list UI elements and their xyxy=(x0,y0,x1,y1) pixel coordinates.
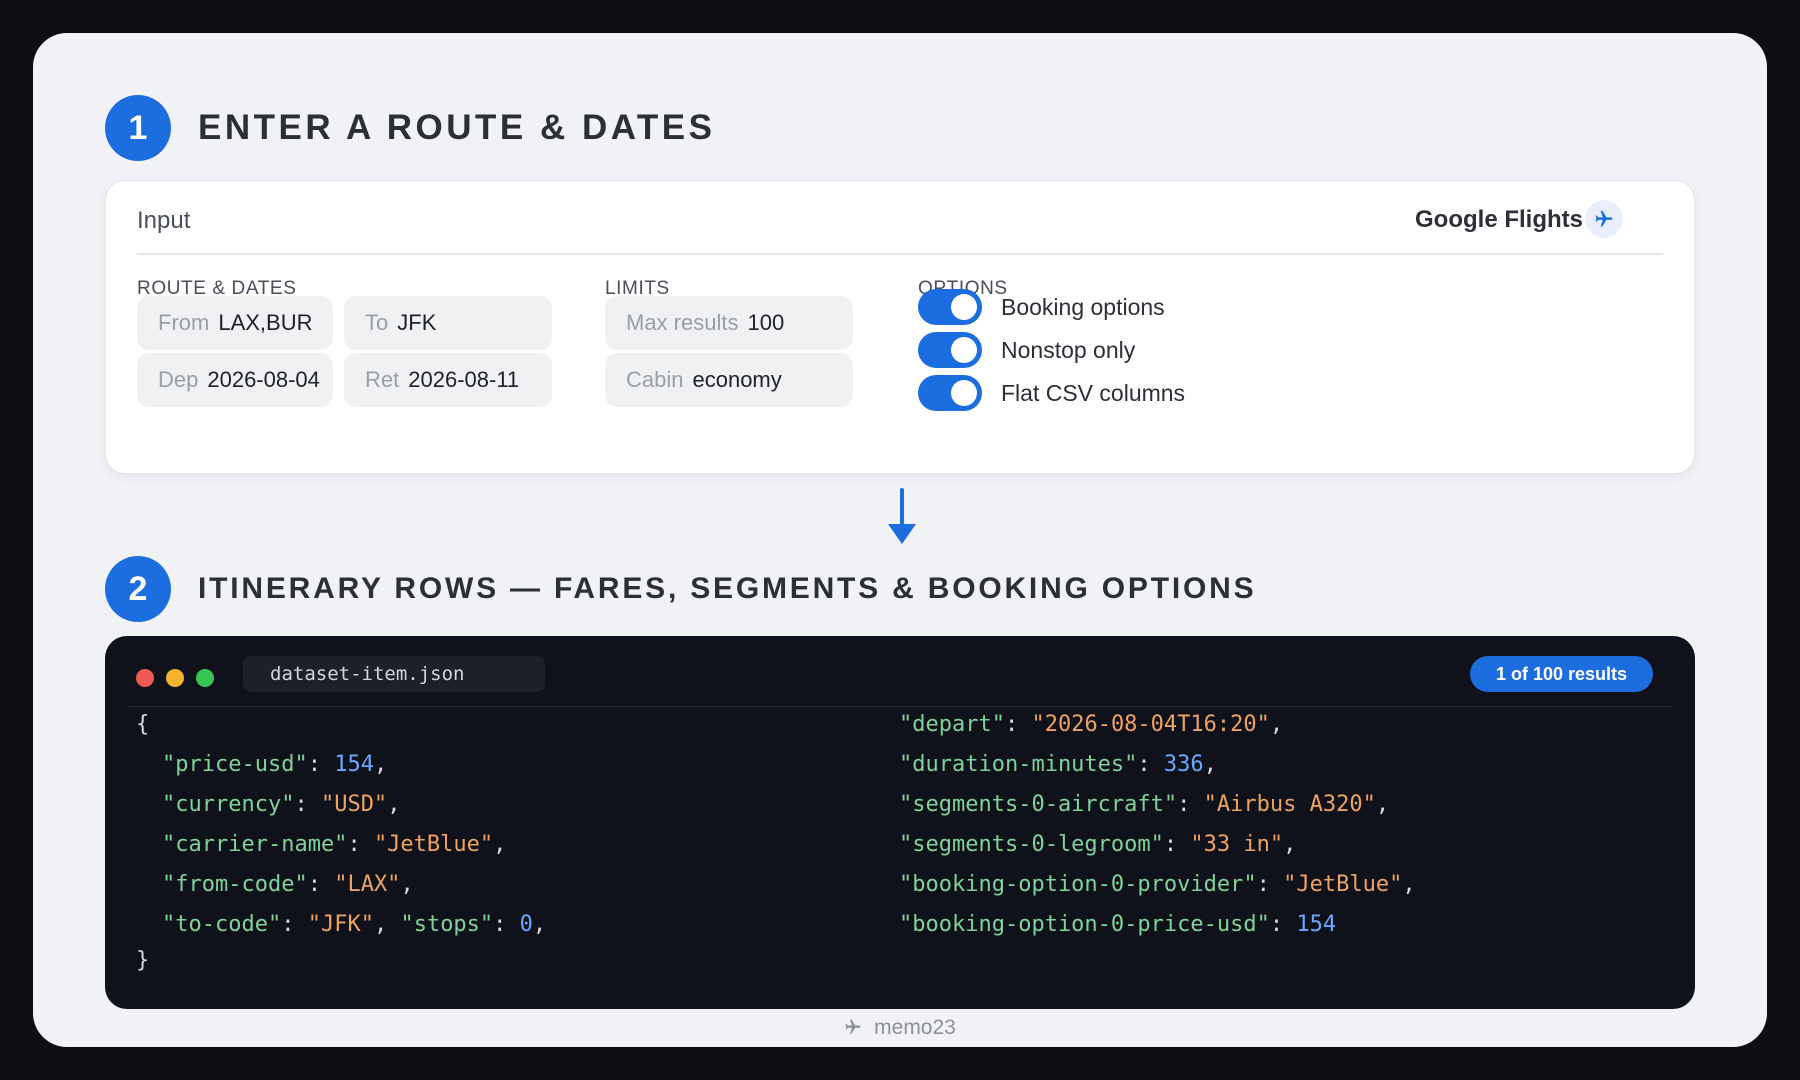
json-key: "to-code" xyxy=(162,912,282,937)
option-nonstop-only: Nonstop only xyxy=(918,332,1135,368)
json-line: "duration-minutes": 336, xyxy=(899,752,1217,777)
json-close-brace: } xyxy=(136,948,150,973)
json-line: "carrier-name": "JetBlue", xyxy=(162,832,507,857)
airplane-icon xyxy=(845,1019,861,1034)
step-1-badge: 1 xyxy=(105,95,171,161)
json-value: "USD" xyxy=(320,792,388,817)
json-value: 336 xyxy=(1163,752,1204,777)
json-value: "2026-08-04T16:20" xyxy=(1031,712,1270,737)
json-value: "JetBlue" xyxy=(373,832,494,857)
footer-text: memo23 xyxy=(874,1016,956,1039)
from-label: From xyxy=(158,310,210,335)
json-line: "from-code": "LAX", xyxy=(162,872,414,897)
canvas: 1 ENTER A ROUTE & DATES Input Google Fli… xyxy=(33,33,1767,1047)
json-line: "segments-0-aircraft": "Airbus A320", xyxy=(899,792,1390,817)
json-line: "booking-option-0-price-usd": 154 xyxy=(899,912,1337,937)
json-key: "segments-0-aircraft" xyxy=(899,792,1178,817)
json-key: "depart" xyxy=(899,712,1005,737)
booking-options-toggle[interactable] xyxy=(918,289,982,325)
step-2-header: 2 ITINERARY ROWS — FARES, SEGMENTS & BOO… xyxy=(105,556,1256,622)
option-flat-csv-columns: Flat CSV columns xyxy=(918,375,1185,411)
arrow-down-icon xyxy=(888,488,916,544)
flat-csv-columns-toggle[interactable] xyxy=(918,375,982,411)
json-open-brace: { xyxy=(136,712,150,737)
json-value: 0 xyxy=(519,912,533,937)
dep-value: 2026-08-04 xyxy=(207,367,320,392)
ret-value: 2026-08-11 xyxy=(408,367,520,392)
json-key: "from-code" xyxy=(162,872,308,897)
max-results-field[interactable]: Max results 100 xyxy=(605,296,853,350)
json-value: "Airbus A320" xyxy=(1203,792,1376,817)
divider xyxy=(127,706,1673,707)
to-value: JFK xyxy=(397,310,437,335)
from-value: LAX,BUR xyxy=(218,310,313,335)
from-field[interactable]: From LAX,BUR xyxy=(137,296,333,350)
json-left-column: { "price-usd": 154, "currency": "USD", "… xyxy=(136,710,546,973)
json-value: "JFK" xyxy=(307,912,374,937)
airplane-icon xyxy=(1585,200,1623,238)
json-key: "booking-option-0-provider" xyxy=(899,872,1257,897)
json-key: "stops" xyxy=(400,912,494,937)
maximize-dot[interactable] xyxy=(196,669,214,687)
card-header: Input Google Flights xyxy=(137,181,1663,255)
json-value: "JetBlue" xyxy=(1283,872,1403,897)
json-line: "to-code": "JFK", "stops": 0, xyxy=(162,912,547,937)
json-key: "price-usd" xyxy=(162,752,308,777)
option-booking-options: Booking options xyxy=(918,289,1165,325)
return-date-field[interactable]: Ret 2026-08-11 xyxy=(344,353,552,407)
json-line: "depart": "2026-08-04T16:20", xyxy=(899,712,1284,737)
option-label: Nonstop only xyxy=(1001,336,1136,363)
footer-credit: memo23 xyxy=(33,1016,1767,1040)
json-line: "price-usd": 154, xyxy=(162,752,388,777)
json-value: 154 xyxy=(1296,912,1337,937)
cabin-field[interactable]: Cabin economy xyxy=(605,353,853,407)
minimize-dot[interactable] xyxy=(166,669,184,687)
max-results-value: 100 xyxy=(747,310,785,335)
option-label: Flat CSV columns xyxy=(1001,379,1186,406)
to-label: To xyxy=(365,310,389,335)
card-title: Input xyxy=(137,207,191,234)
departure-date-field[interactable]: Dep 2026-08-04 xyxy=(137,353,333,407)
step-1-header: 1 ENTER A ROUTE & DATES xyxy=(105,95,716,161)
json-value: "33 in" xyxy=(1190,832,1284,857)
to-field[interactable]: To JFK xyxy=(344,296,552,350)
step-1-title: ENTER A ROUTE & DATES xyxy=(198,108,716,147)
results-count-badge: 1 of 100 results xyxy=(1469,656,1653,692)
close-dot[interactable] xyxy=(136,669,154,687)
max-results-label: Max results xyxy=(626,310,739,335)
input-card: Input Google Flights ROUTE & DATES From … xyxy=(105,180,1695,474)
window-controls xyxy=(136,669,226,687)
json-line: "currency": "USD", xyxy=(162,792,401,817)
json-line: "segments-0-legroom": "33 in", xyxy=(899,832,1297,857)
step-2-title: ITINERARY ROWS — FARES, SEGMENTS & BOOKI… xyxy=(198,572,1257,605)
json-key: "duration-minutes" xyxy=(899,752,1138,777)
json-value: 154 xyxy=(334,752,374,777)
brand-name: Google Flights xyxy=(1415,206,1583,233)
json-key: "carrier-name" xyxy=(162,832,348,857)
json-line: "booking-option-0-provider": "JetBlue", xyxy=(899,872,1416,897)
cabin-label: Cabin xyxy=(626,367,684,392)
filename-tab[interactable]: dataset-item.json xyxy=(243,656,545,692)
json-key: "booking-option-0-price-usd" xyxy=(899,912,1270,937)
option-label: Booking options xyxy=(1001,293,1165,320)
step-2-badge: 2 xyxy=(105,556,171,622)
json-value: "LAX" xyxy=(334,872,401,897)
ret-label: Ret xyxy=(365,367,400,392)
cabin-value: economy xyxy=(692,367,782,392)
nonstop-only-toggle[interactable] xyxy=(918,332,982,368)
json-key: "currency" xyxy=(162,792,295,817)
json-preview-window: dataset-item.json 1 of 100 results { "pr… xyxy=(105,636,1695,1009)
json-right-column: "depart": "2026-08-04T16:20", "duration-… xyxy=(899,710,1416,937)
json-key: "segments-0-legroom" xyxy=(899,832,1164,857)
dep-label: Dep xyxy=(158,367,199,392)
